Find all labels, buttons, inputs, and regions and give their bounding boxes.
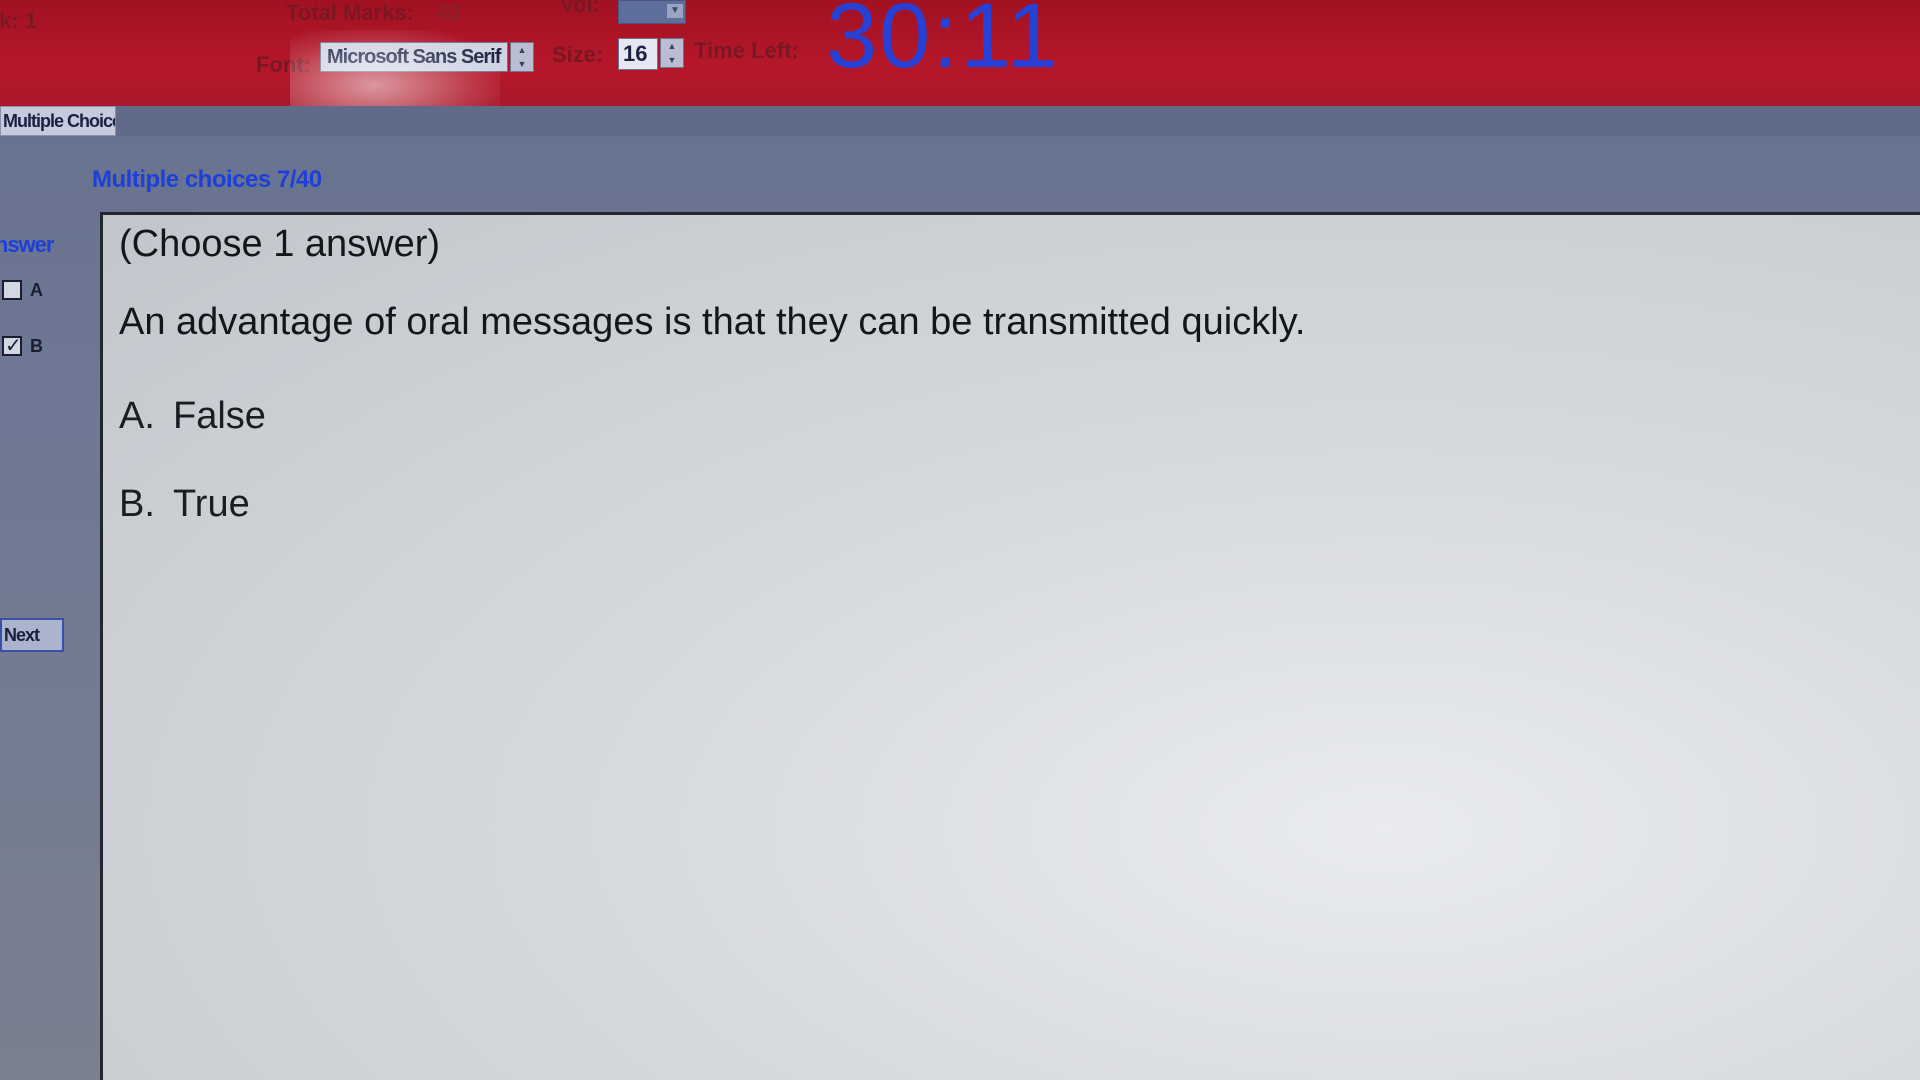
mark-label: Mark: 1	[0, 8, 38, 33]
countdown-timer: 30:11	[826, 0, 1060, 87]
font-spinner[interactable]: ▲ ▼	[510, 42, 534, 72]
total-marks-label: Total Marks:	[286, 0, 414, 25]
font-label: Font:	[256, 52, 311, 77]
size-label: Size:	[552, 42, 604, 67]
option-letter: B.	[119, 483, 155, 525]
arrow-up-icon[interactable]: ▲	[661, 39, 683, 53]
arrow-down-icon[interactable]: ▼	[511, 57, 533, 71]
total-marks-value: 40	[436, 0, 461, 25]
option-letter: A.	[119, 395, 155, 437]
question-option-b[interactable]: B. True	[119, 483, 250, 526]
font-select[interactable]: Microsoft Sans Serif	[320, 42, 508, 72]
chevron-down-icon: ▼	[667, 4, 683, 18]
answer-label: Answer	[0, 232, 54, 257]
tab-multiple-choices[interactable]: Multiple Choices	[0, 106, 116, 136]
question-option-a[interactable]: A. False	[119, 395, 266, 438]
answer-option-letter: B	[30, 335, 43, 356]
checkbox-a[interactable]	[2, 280, 22, 300]
time-left-label: Time Left:	[694, 38, 799, 63]
exam-header: Mark: 1 Total Marks: 40 Vol: ▼ Font: Mic…	[0, 0, 1920, 140]
question-panel: (Choose 1 answer) An advantage of oral m…	[100, 212, 1920, 1080]
answer-option-b[interactable]: B	[2, 333, 43, 358]
tab-strip: Multiple Choices	[0, 106, 1920, 136]
option-text: True	[173, 483, 250, 525]
answer-option-a[interactable]: A	[2, 278, 43, 302]
arrow-up-icon[interactable]: ▲	[511, 43, 533, 57]
volume-label: Vol:	[560, 0, 600, 17]
answer-panel: Answer A B Next	[0, 222, 98, 1080]
next-button[interactable]: Next	[0, 618, 64, 652]
size-input[interactable]: 16	[618, 38, 658, 70]
arrow-down-icon[interactable]: ▼	[661, 53, 683, 67]
option-text: False	[173, 395, 266, 437]
volume-select[interactable]: ▼	[618, 0, 686, 24]
question-text: An advantage of oral messages is that th…	[119, 301, 1306, 343]
checkbox-b[interactable]	[2, 333, 22, 357]
size-spinner[interactable]: ▲ ▼	[660, 38, 684, 68]
question-instruction: (Choose 1 answer)	[119, 223, 441, 265]
answer-option-letter: A	[30, 279, 43, 300]
exam-window: Mark: 1 Total Marks: 40 Vol: ▼ Font: Mic…	[0, 0, 1920, 1080]
section-title: Multiple choices 7/40	[92, 166, 322, 193]
